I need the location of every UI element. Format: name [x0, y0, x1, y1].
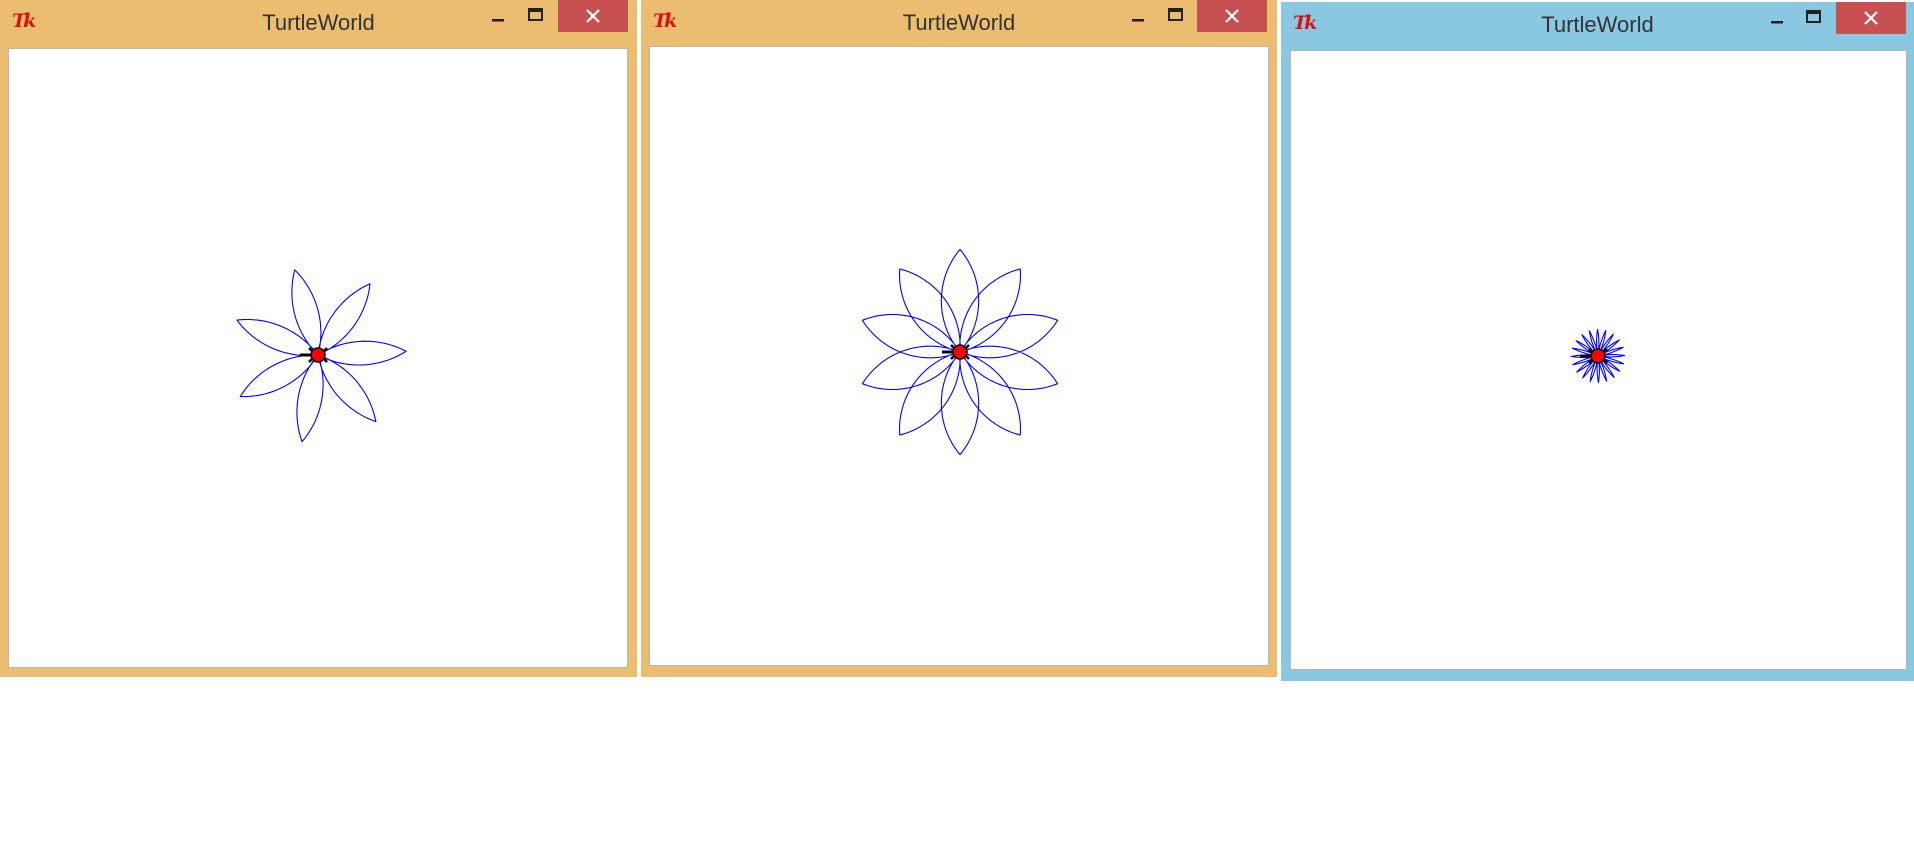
turtle-sprite [300, 347, 328, 363]
tk-logo-icon[interactable]: Tk [1293, 13, 1317, 33]
close-icon [1864, 11, 1878, 25]
turtle-canvas[interactable] [8, 48, 628, 668]
tk-logo-icon[interactable]: Tk [12, 11, 36, 31]
maximize-button[interactable] [518, 0, 554, 32]
minimize-button[interactable] [1120, 0, 1156, 32]
maximize-icon [1168, 8, 1183, 21]
title-bar[interactable]: Tk TurtleWorld [1281, 2, 1914, 49]
minimize-button[interactable] [1759, 2, 1795, 34]
minimize-icon [492, 19, 504, 22]
title-bar[interactable]: Tk TurtleWorld [0, 0, 637, 47]
turtle-drawing [236, 269, 407, 443]
turtle-canvas[interactable] [1290, 50, 1907, 670]
minimize-button[interactable] [480, 0, 516, 32]
turtle-drawing [1570, 328, 1626, 384]
close-button[interactable] [558, 0, 628, 32]
close-button[interactable] [1836, 2, 1906, 34]
close-button[interactable] [1197, 0, 1267, 32]
close-icon [1225, 9, 1239, 23]
maximize-icon [528, 8, 543, 21]
minimize-icon [1771, 21, 1783, 24]
turtleworld-window-1: Tk TurtleWorld [0, 0, 637, 677]
maximize-button[interactable] [1796, 2, 1832, 34]
turtle-canvas[interactable] [649, 46, 1269, 666]
maximize-button[interactable] [1158, 0, 1194, 32]
turtleworld-window-2: Tk TurtleWorld [641, 0, 1277, 677]
turtle-body [1590, 348, 1606, 364]
turtleworld-window-3: Tk TurtleWorld [1281, 2, 1914, 681]
title-bar[interactable]: Tk TurtleWorld [641, 0, 1277, 47]
tk-logo-icon[interactable]: Tk [653, 11, 677, 31]
turtle-body [952, 344, 968, 360]
turtle-sprite [1580, 348, 1608, 364]
maximize-icon [1806, 10, 1821, 23]
turtle-body [310, 347, 326, 363]
close-icon [586, 9, 600, 23]
turtle-drawing [861, 248, 1059, 456]
minimize-icon [1132, 19, 1144, 22]
